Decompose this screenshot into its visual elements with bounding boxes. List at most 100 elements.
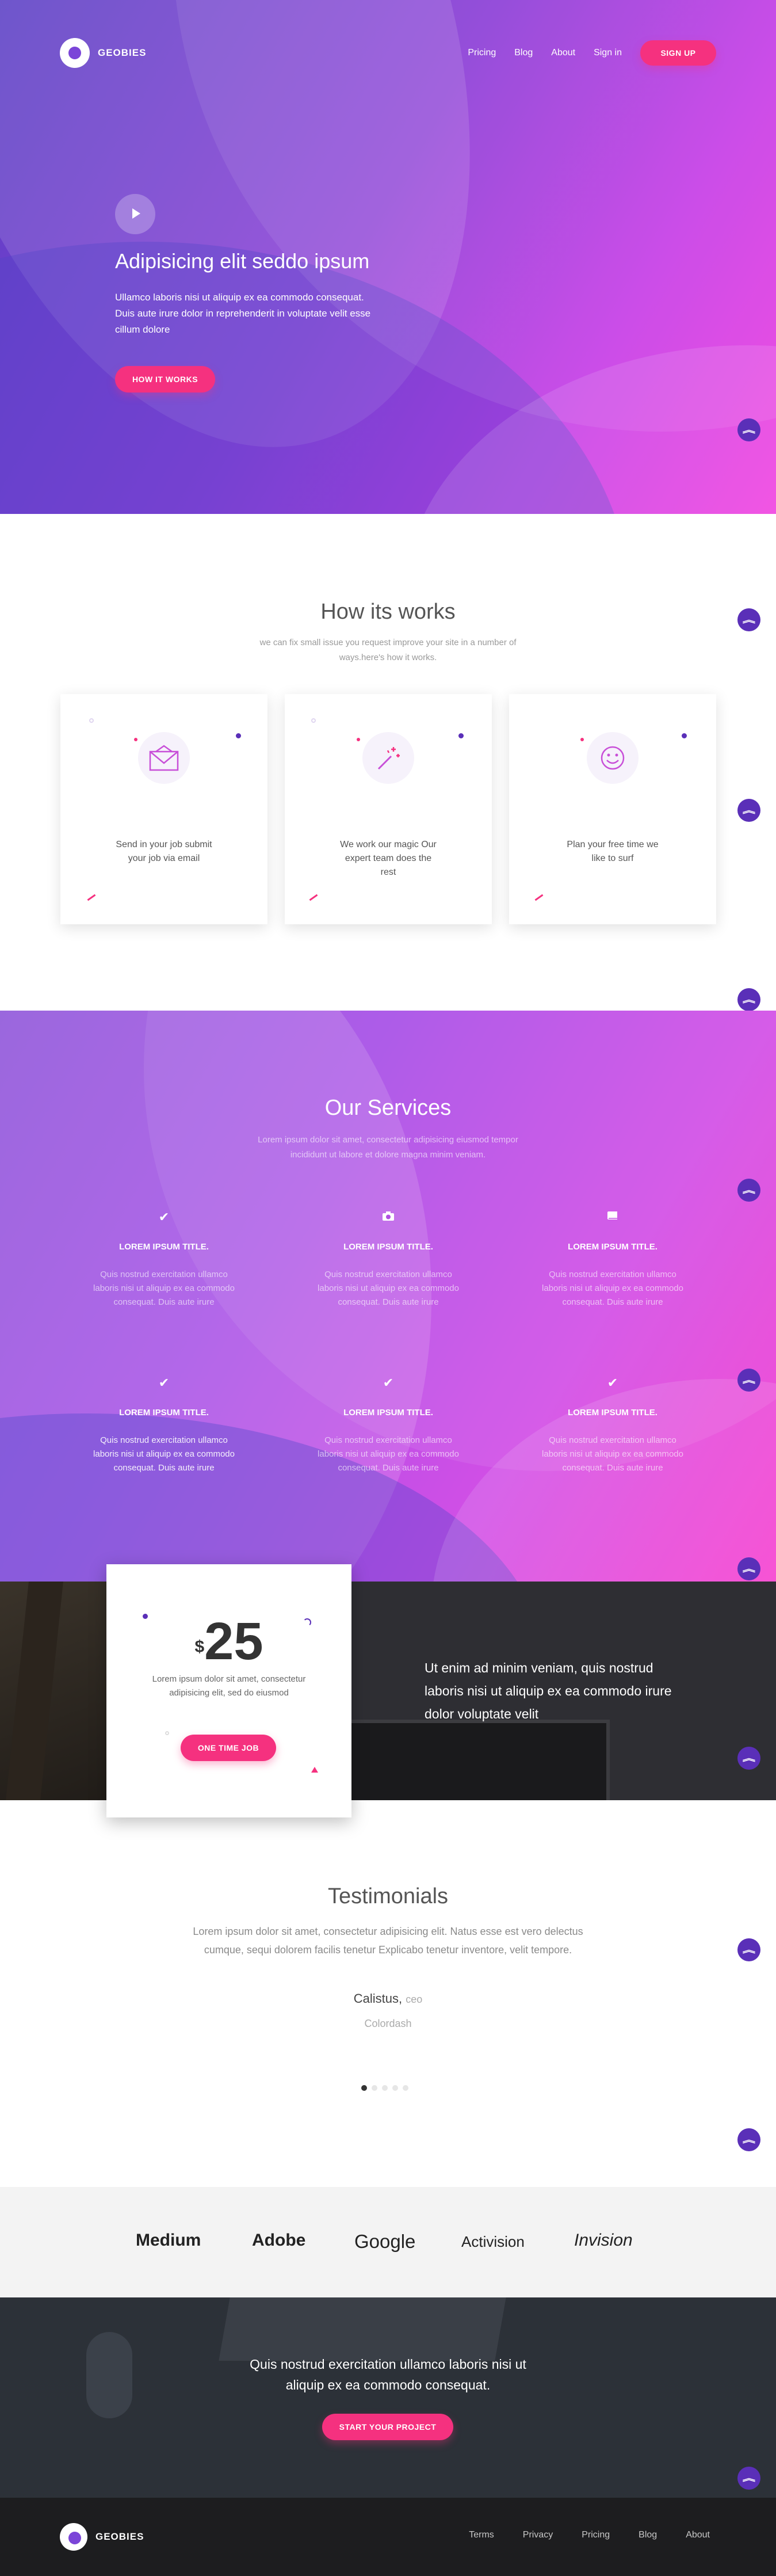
scroll-up-button[interactable]: ︽ <box>737 1747 760 1770</box>
hero-title: Adipisicing elit seddo ipsum <box>115 249 370 273</box>
service-item: ✔ LOREM IPSUM TITLE. Quis nostrud exerci… <box>538 1375 687 1475</box>
carousel-dot-active[interactable] <box>361 2085 367 2091</box>
logo-adobe: Adobe <box>252 2231 306 2250</box>
how-card: Plan your free time we like to surf <box>509 694 716 924</box>
service-title: LOREM IPSUM TITLE. <box>568 1242 658 1252</box>
service-item: LOREM IPSUM TITLE. Quis nostrud exercita… <box>314 1210 463 1309</box>
chevron-up-icon: ︽ <box>742 1945 756 1954</box>
decoration-dot <box>357 738 360 741</box>
how-card: Send in your job submit your job via ema… <box>60 694 267 924</box>
nav-link-blog[interactable]: Blog <box>514 48 533 58</box>
service-item: ✔ LOREM IPSUM TITLE. Quis nostrud exerci… <box>89 1375 239 1475</box>
footer-link-terms[interactable]: Terms <box>469 2530 494 2540</box>
price-card: $25 Lorem ipsum dolor sit amet, consecte… <box>106 1564 351 1817</box>
check-icon: ✔ <box>383 1375 394 1390</box>
service-item: LOREM IPSUM TITLE. Quis nostrud exercita… <box>538 1210 687 1309</box>
chevron-up-icon: ︽ <box>742 1186 756 1195</box>
keyboard-image <box>219 2297 506 2361</box>
service-text: Quis nostrud exercitation ullamco labori… <box>318 1270 459 1307</box>
hero-section: GEOBIES Pricing Blog About Sign in SIGN … <box>0 0 776 514</box>
service-text: Quis nostrud exercitation ullamco labori… <box>542 1435 683 1473</box>
check-icon: ✔ <box>158 1210 170 1224</box>
logo-icon <box>60 38 90 68</box>
scroll-up-button[interactable]: ︽ <box>737 608 760 631</box>
testimonial-company: Colordash <box>364 2018 412 2029</box>
decoration-dot <box>458 733 464 738</box>
logo-medium: Medium <box>136 2231 201 2250</box>
brand-name: GEOBIES <box>98 47 147 58</box>
testimonial-author-line: Calistus, ceo <box>0 1991 776 2006</box>
smiley-icon <box>587 732 639 784</box>
nav-link-about[interactable]: About <box>551 48 575 58</box>
decoration-dot <box>236 733 241 738</box>
carousel-dot[interactable] <box>392 2085 398 2091</box>
services-section: Our Services Lorem ipsum dolor sit amet,… <box>0 1011 776 1582</box>
chevron-up-icon: ︽ <box>742 1375 756 1385</box>
decoration-dash <box>534 894 544 901</box>
footer-link-pricing[interactable]: Pricing <box>582 2530 610 2540</box>
decoration-dot <box>311 718 316 723</box>
play-video-icon[interactable] <box>115 194 155 234</box>
decoration-dot <box>165 1731 169 1735</box>
service-text: Quis nostrud exercitation ullamco labori… <box>542 1270 683 1307</box>
decoration-triangle <box>311 1767 318 1773</box>
how-it-works-button[interactable]: HOW IT WORKS <box>115 366 215 393</box>
main-nav: Pricing Blog About Sign in SIGN UP <box>468 40 716 66</box>
price-text: Lorem ipsum dolor sit amet, consectetur … <box>152 1674 306 1698</box>
nav-link-sign-in[interactable]: Sign in <box>594 48 622 58</box>
brand-logo[interactable]: GEOBIES <box>60 38 146 68</box>
scroll-up-button[interactable]: ︽ <box>737 1938 760 1961</box>
price-display: $25 <box>106 1611 351 1672</box>
decoration-dot <box>89 718 94 723</box>
how-card-text: Send in your job submit your job via ema… <box>116 840 212 863</box>
scroll-up-button[interactable]: ︽ <box>737 1179 760 1202</box>
envelope-icon <box>138 732 190 784</box>
service-item: ✔ LOREM IPSUM TITLE. Quis nostrud exerci… <box>89 1210 239 1309</box>
decoration-dot <box>134 738 137 741</box>
how-section-title: How its works <box>320 600 456 624</box>
service-title: LOREM IPSUM TITLE. <box>343 1408 433 1417</box>
chevron-up-icon: ︽ <box>742 1754 756 1763</box>
cta-text: Quis nostrud exercitation ullamco labori… <box>250 2357 526 2392</box>
service-title: LOREM IPSUM TITLE. <box>119 1242 209 1252</box>
start-project-button[interactable]: START YOUR PROJECT <box>322 2414 453 2440</box>
one-time-job-button[interactable]: ONE TIME JOB <box>181 1735 276 1761</box>
pricing-side-text: Ut enim ad minim veniam, quis nostrud la… <box>425 1660 672 1721</box>
service-text: Quis nostrud exercitation ullamco labori… <box>93 1435 235 1473</box>
footer-brand-logo[interactable]: GEOBIES <box>60 2523 144 2551</box>
camera-icon <box>314 1210 463 1226</box>
decoration-dot <box>682 733 687 738</box>
chevron-up-icon: ︽ <box>742 995 756 1004</box>
how-card-text: Plan your free time we like to surf <box>567 840 659 863</box>
scroll-up-button[interactable]: ︽ <box>737 2467 760 2490</box>
chevron-up-icon: ︽ <box>742 806 756 815</box>
chevron-up-icon: ︽ <box>742 1564 756 1573</box>
footer-link-blog[interactable]: Blog <box>639 2530 657 2540</box>
footer-link-about[interactable]: About <box>686 2530 710 2540</box>
laptop-image <box>322 1720 610 1800</box>
sign-up-button[interactable]: SIGN UP <box>640 40 716 66</box>
cta-section: Quis nostrud exercitation ullamco labori… <box>0 2297 776 2498</box>
nav-link-pricing[interactable]: Pricing <box>468 48 496 58</box>
chevron-up-icon: ︽ <box>742 615 756 624</box>
chevron-up-icon: ︽ <box>742 2135 756 2144</box>
service-title: LOREM IPSUM TITLE. <box>343 1242 433 1252</box>
testimonials-title: Testimonials <box>327 1884 449 1908</box>
service-text: Quis nostrud exercitation ullamco labori… <box>93 1270 235 1307</box>
carousel-dot[interactable] <box>382 2085 388 2091</box>
testimonial-author: Calistus, <box>353 1991 403 2006</box>
logo-invision: Invision <box>574 2231 633 2250</box>
scroll-up-button[interactable]: ︽ <box>737 988 760 1011</box>
scroll-up-button[interactable]: ︽ <box>737 1369 760 1392</box>
footer-link-privacy[interactable]: Privacy <box>523 2530 553 2540</box>
scroll-up-button[interactable]: ︽ <box>737 1557 760 1580</box>
how-section-subtitle: we can fix small issue you request impro… <box>259 638 517 662</box>
scroll-up-button[interactable]: ︽ <box>737 799 760 822</box>
footer-nav: Terms Privacy Pricing Blog About <box>469 2530 710 2540</box>
decoration-dash <box>309 894 318 901</box>
carousel-dot[interactable] <box>403 2085 408 2091</box>
scroll-up-button[interactable]: ︽ <box>737 418 760 441</box>
magic-wand-icon <box>362 732 414 784</box>
carousel-dot[interactable] <box>372 2085 377 2091</box>
scroll-up-button[interactable]: ︽ <box>737 2128 760 2151</box>
